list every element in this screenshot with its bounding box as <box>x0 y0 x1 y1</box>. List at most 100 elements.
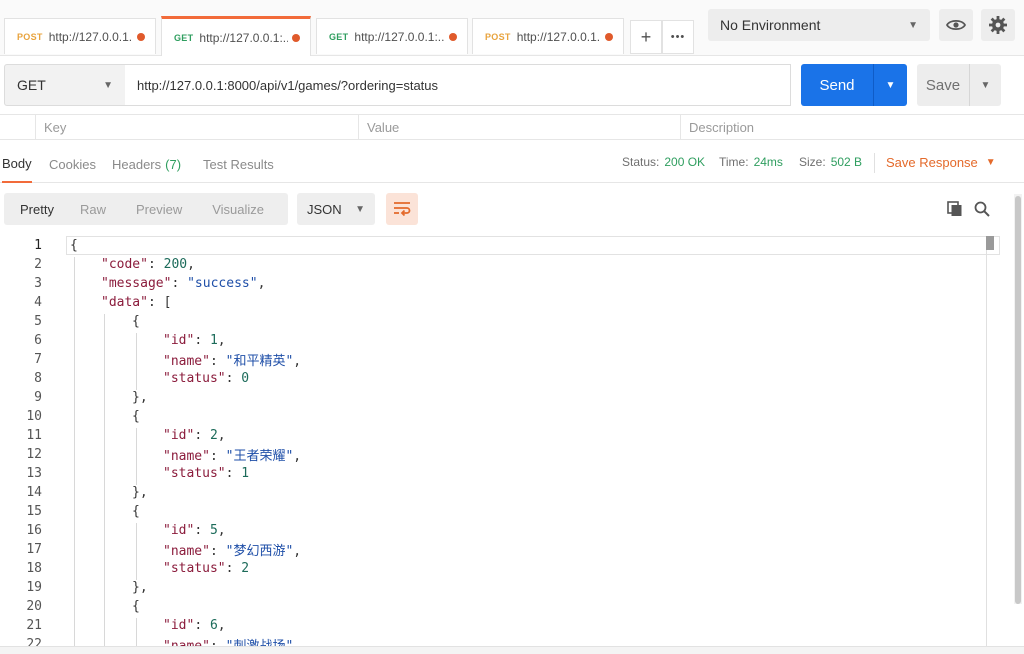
environment-label: No Environment <box>720 17 821 33</box>
request-tab-4[interactable]: POST http://127.0.0.1... <box>472 18 624 54</box>
copy-icon <box>947 201 962 216</box>
new-tab-button[interactable]: + <box>630 20 662 54</box>
tab-url: http://127.0.0.1:... <box>199 30 288 45</box>
line-number: 5 <box>34 314 42 329</box>
tab-method: POST <box>485 31 511 42</box>
json-punctuation: }, <box>132 580 148 595</box>
json-number: 200 <box>163 257 188 272</box>
line-number: 19 <box>26 580 42 595</box>
params-description-column: Description <box>680 115 1024 139</box>
request-tab-2[interactable]: GET http://127.0.0.1:... <box>161 16 311 56</box>
tab-method: GET <box>174 32 194 43</box>
json-punctuation: { <box>132 409 140 424</box>
save-button[interactable]: Save ▼ <box>917 64 1001 106</box>
indent-guide <box>136 333 137 390</box>
line-number: 12 <box>26 447 42 462</box>
json-punctuation: : <box>225 466 242 481</box>
code-line: 19}, <box>0 578 1000 597</box>
json-key: "name" <box>163 544 210 559</box>
request-tab-3[interactable]: GET http://127.0.0.1:... <box>316 18 468 54</box>
tab-body[interactable]: Body <box>2 145 32 183</box>
tab-body-label: Body <box>2 155 32 171</box>
indent-guide <box>136 523 137 580</box>
json-punctuation: }, <box>132 390 148 405</box>
indent-guide <box>136 428 137 485</box>
code-text: }, <box>132 580 148 595</box>
view-raw[interactable]: Raw <box>54 202 106 217</box>
send-options-chevron-icon[interactable]: ▼ <box>874 80 907 91</box>
json-punctuation: , <box>293 544 302 559</box>
send-button[interactable]: Send ▼ <box>801 64 907 106</box>
unsaved-dot-icon <box>137 32 145 41</box>
code-line: 20 { <box>0 597 1000 616</box>
more-tabs-button[interactable]: ••• <box>662 20 694 54</box>
tab-url: http://127.0.0.1... <box>516 29 601 44</box>
editor-scrollbar-thumb[interactable] <box>986 236 994 250</box>
json-key: "name" <box>163 449 210 464</box>
search-button[interactable] <box>970 197 994 221</box>
json-punctuation: : <box>209 449 226 464</box>
status-label: Status: <box>622 155 660 169</box>
line-number: 15 <box>26 504 42 519</box>
json-punctuation: : <box>147 257 164 272</box>
line-number: 8 <box>34 371 42 386</box>
page-scrollbar-thumb[interactable] <box>1015 196 1021 604</box>
environment-select[interactable]: No Environment ▼ <box>708 9 930 41</box>
json-string: "和平精英" <box>225 354 294 369</box>
view-visualize[interactable]: Visualize <box>182 202 264 217</box>
json-punctuation: , <box>217 428 226 443</box>
manage-environments-button[interactable] <box>981 9 1015 41</box>
wrap-lines-button[interactable] <box>386 193 418 225</box>
time-value: 24ms <box>753 155 783 169</box>
code-text: }, <box>132 390 148 405</box>
save-response-button[interactable]: Save Response ▼ <box>886 145 996 179</box>
status-value: 200 OK <box>664 155 706 169</box>
json-punctuation: { <box>132 314 140 329</box>
json-punctuation: }, <box>132 485 148 500</box>
method-select[interactable]: GET ▼ <box>4 64 126 106</box>
tab-method: POST <box>17 31 43 42</box>
line-number: 16 <box>26 523 42 538</box>
code-line: 2 "code": 200, <box>0 255 1000 274</box>
code-text: "id": 1, <box>163 333 226 348</box>
tab-cookies[interactable]: Cookies <box>49 145 96 183</box>
search-icon <box>974 201 990 217</box>
json-key: "id" <box>163 618 195 633</box>
json-key: "data" <box>101 295 148 310</box>
wrap-icon <box>394 202 411 217</box>
environment-quick-look-button[interactable] <box>939 9 973 41</box>
json-punctuation: , <box>293 354 302 369</box>
view-preview[interactable]: Preview <box>106 202 182 217</box>
json-string: "success" <box>187 276 258 291</box>
method-label: GET <box>17 77 46 93</box>
code-text: { <box>132 599 140 614</box>
save-options-chevron-icon[interactable]: ▼ <box>970 80 1001 91</box>
response-body-editor[interactable]: 1{2 "code": 200, 3 "message": "success", 4 "d… <box>0 236 1000 654</box>
tab-test-results[interactable]: Test Results <box>203 145 274 183</box>
view-mode-selector: Pretty Raw Preview Visualize <box>4 193 288 225</box>
code-line: 6 "id": 1, <box>0 331 1000 350</box>
line-number: 20 <box>26 599 42 614</box>
time-readout: Time: 24ms <box>719 145 783 179</box>
code-text: "code": 200, <box>101 257 195 272</box>
editor-scroll-gutter <box>986 236 987 646</box>
code-text: "message": "success", <box>101 276 265 291</box>
json-number: 6 <box>209 618 218 633</box>
line-number: 17 <box>26 542 42 557</box>
code-line: 21 "id": 6, <box>0 616 1000 635</box>
copy-button[interactable] <box>943 197 967 221</box>
line-number: 11 <box>26 428 42 443</box>
unsaved-dot-icon <box>449 32 457 41</box>
url-input[interactable] <box>125 64 791 106</box>
line-number: 14 <box>26 485 42 500</box>
params-table-header: Key Value Description <box>0 114 1024 140</box>
request-tab-1[interactable]: POST http://127.0.0.1... <box>4 18 156 54</box>
tab-headers[interactable]: Headers (7) <box>112 145 181 183</box>
json-punctuation: , <box>217 523 226 538</box>
line-number: 7 <box>34 352 42 367</box>
json-key: "id" <box>163 523 195 538</box>
save-response-label: Save Response <box>886 154 978 170</box>
json-punctuation: : <box>209 354 226 369</box>
format-select[interactable]: JSON ▼ <box>297 193 375 225</box>
view-pretty[interactable]: Pretty <box>4 202 54 217</box>
